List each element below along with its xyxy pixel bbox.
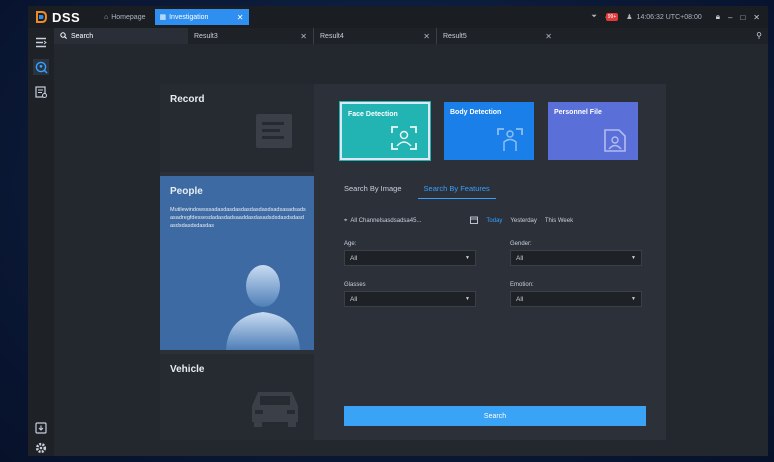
gender-field: Gender: All ▼: [510, 241, 642, 266]
home-icon: ⌂: [104, 13, 109, 21]
result-tab-strip: Search Result3 ✕ Result4 ✕ Result5 ✕ ⚲: [54, 28, 768, 44]
category-people-title: People: [170, 186, 203, 197]
tab-result3[interactable]: Result3 ✕: [188, 28, 313, 44]
record-search-icon[interactable]: [33, 84, 49, 100]
close-window-button[interactable]: ✕: [753, 13, 760, 22]
tab-search-by-image[interactable]: Search By Image: [344, 184, 402, 199]
user-icon[interactable]: ♟: [626, 13, 632, 21]
tab-result5[interactable]: Result5 ✕: [436, 28, 558, 44]
emotion-label: Emotion:: [510, 282, 534, 288]
emotion-select[interactable]: All ▼: [510, 291, 642, 307]
channel-selector[interactable]: All Channelsasdsadsa45...: [350, 218, 470, 224]
close-icon[interactable]: ✕: [545, 32, 552, 41]
download-icon[interactable]: [33, 420, 49, 436]
search-panel: Record People Mutilewindowsssadasdasdasd…: [160, 84, 666, 440]
notification-badge[interactable]: 99+: [605, 13, 619, 21]
close-icon[interactable]: ✕: [300, 32, 307, 41]
chevron-down-icon: ▼: [465, 296, 470, 302]
pin-icon[interactable]: ⚲: [756, 31, 762, 40]
body-detection-label: Body Detection: [450, 109, 502, 116]
face-detection-tile[interactable]: Face Detection: [339, 101, 431, 161]
face-search-icon[interactable]: [33, 59, 49, 75]
grid-icon: ▦: [159, 14, 167, 21]
maximize-button[interactable]: □: [740, 13, 745, 22]
age-field: Age: All ▼: [344, 241, 476, 266]
left-rail: [28, 28, 54, 456]
category-vehicle-title: Vehicle: [170, 364, 205, 375]
homepage-tab-label: Homepage: [111, 13, 146, 21]
homepage-tab[interactable]: ⌂ Homepage: [98, 9, 151, 25]
calendar-icon[interactable]: [470, 216, 479, 226]
alarm-icon[interactable]: ⏷: [591, 13, 597, 21]
emotion-field: Emotion: All ▼: [510, 282, 642, 307]
settings-icon[interactable]: [33, 440, 49, 456]
location-icon: ⌖: [344, 217, 348, 224]
face-detection-label: Face Detection: [348, 111, 398, 118]
glasses-label: Glasses: [344, 282, 366, 288]
gender-label: Gender:: [510, 241, 532, 247]
title-bar: DSS ⌂ Homepage ▦ Investigation ✕ ⏷ ◂) 99…: [28, 6, 768, 28]
category-vehicle[interactable]: Vehicle: [160, 354, 314, 440]
age-select[interactable]: All ▼: [344, 250, 476, 266]
category-record[interactable]: Record: [160, 84, 314, 172]
investigation-tab-label: Investigation: [169, 13, 209, 21]
logo-icon: [36, 11, 47, 23]
glasses-value: All: [350, 295, 358, 303]
tab-search[interactable]: Search: [54, 28, 188, 44]
time-yesterday-option[interactable]: Yesterday: [510, 218, 536, 224]
search-icon: [60, 31, 67, 41]
personnel-file-tile[interactable]: Personnel File: [548, 102, 638, 160]
emotion-value: All: [516, 295, 524, 303]
body-scan-icon: [497, 128, 523, 151]
gender-value: All: [516, 254, 524, 262]
tab-search-label: Search: [71, 32, 94, 40]
category-people-description: Mutilewindowsssadasdasdasdasdasdasdsadsa…: [170, 207, 306, 229]
category-list: Record People Mutilewindowsssadasdasdasd…: [160, 84, 314, 440]
close-tab-icon[interactable]: ✕: [237, 13, 244, 22]
search-button[interactable]: Search: [344, 406, 646, 426]
category-people[interactable]: People Mutilewindowsssadasdasdasdasdasda…: [160, 176, 314, 350]
menu-icon[interactable]: [33, 34, 49, 50]
personnel-file-label: Personnel File: [554, 109, 602, 116]
record-icon: [256, 114, 292, 148]
app-logo: DSS: [36, 10, 92, 25]
personnel-file-icon: [604, 129, 626, 152]
time-today-option[interactable]: Today: [486, 218, 502, 224]
glasses-select[interactable]: All ▼: [344, 291, 476, 307]
category-record-title: Record: [170, 94, 205, 105]
search-options: Face Detection Body Detection Personnel …: [318, 84, 666, 440]
tab-result4-label: Result4: [320, 32, 344, 40]
clock: 14:06:32 UTC+08:00: [636, 13, 702, 21]
age-value: All: [350, 254, 358, 262]
chevron-down-icon: ▼: [631, 296, 636, 302]
minimize-button[interactable]: –: [728, 13, 732, 22]
person-silhouette-icon: [226, 265, 300, 350]
car-icon: [252, 392, 298, 427]
gender-select[interactable]: All ▼: [510, 250, 642, 266]
time-this-week-option[interactable]: This Week: [545, 218, 573, 224]
app-window: DSS ⌂ Homepage ▦ Investigation ✕ ⏷ ◂) 99…: [28, 6, 768, 456]
tab-result3-label: Result3: [194, 32, 218, 40]
chevron-down-icon: ▼: [631, 255, 636, 261]
lock-icon[interactable]: 🔒︎: [716, 12, 720, 22]
titlebar-status: ⏷ ◂) 99+ ♟ 14:06:32 UTC+08:00 🔒︎ – □ ✕: [583, 12, 768, 22]
tab-result4[interactable]: Result4 ✕: [313, 28, 436, 44]
body-detection-tile[interactable]: Body Detection: [444, 102, 534, 160]
glasses-field: Glasses All ▼: [344, 282, 476, 307]
tab-search-by-features[interactable]: Search By Features: [417, 184, 496, 199]
filter-row: ⌖ All Channelsasdsadsa45... Today Yester…: [344, 216, 581, 226]
age-label: Age:: [344, 241, 357, 247]
tab-result5-label: Result5: [443, 32, 467, 40]
chevron-down-icon: ▼: [465, 255, 470, 261]
detection-tiles: Face Detection Body Detection Personnel …: [339, 101, 652, 161]
face-scan-icon: [391, 126, 417, 150]
search-mode-tabs: Search By Image Search By Features: [344, 184, 512, 199]
investigation-tab[interactable]: ▦ Investigation ✕: [155, 9, 250, 25]
close-icon[interactable]: ✕: [423, 32, 430, 41]
app-name: DSS: [52, 9, 81, 25]
